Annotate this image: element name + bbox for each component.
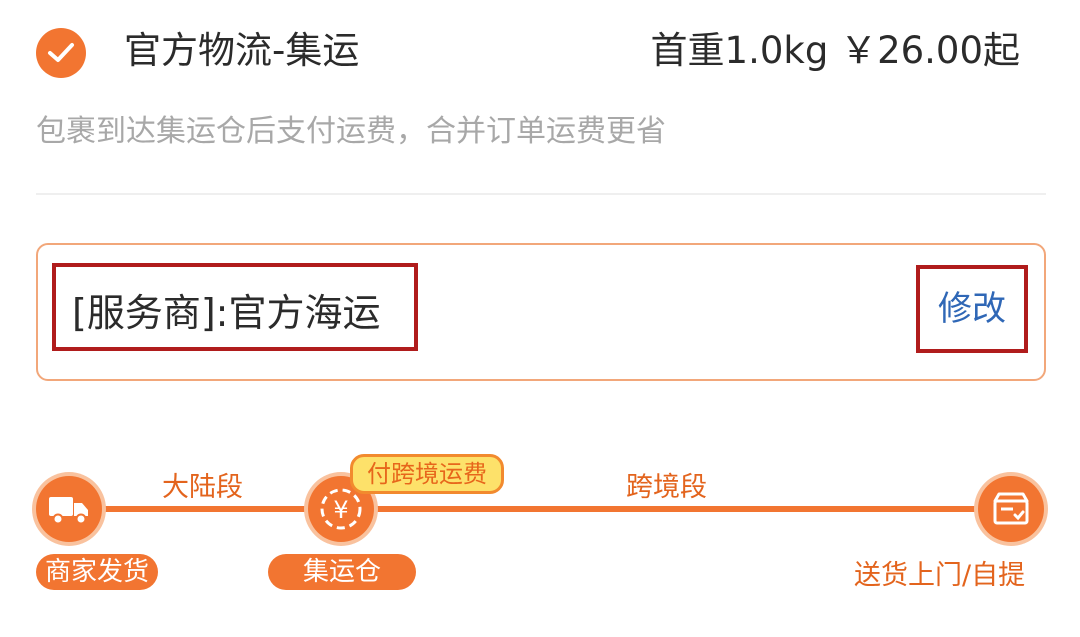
segment-crossborder-label: 跨境段 bbox=[626, 472, 707, 503]
pay-crossborder-badge: 付跨境运费 bbox=[350, 454, 504, 494]
shipping-description: 包裹到达集运仓后支付运费，合并订单运费更省 bbox=[36, 114, 666, 149]
divider bbox=[36, 193, 1046, 195]
truck-icon bbox=[36, 476, 102, 542]
shipping-price: 首重1.0kg ￥26.00起 bbox=[650, 29, 1020, 72]
check-icon[interactable] bbox=[36, 28, 86, 78]
box-icon bbox=[978, 476, 1044, 542]
logistics-flow: 大陆段 跨境段 ¥ 付跨境运费 商家发货 集运仓 送货上门/自提 bbox=[0, 430, 1080, 637]
step-warehouse: 集运仓 bbox=[268, 554, 416, 590]
step-delivery: 送货上门/自提 bbox=[854, 560, 1026, 591]
step-merchant-ship: 商家发货 bbox=[36, 554, 158, 590]
flow-line bbox=[70, 506, 1010, 512]
shipping-title: 官方物流-集运 bbox=[124, 29, 360, 72]
edit-button[interactable]: 修改 bbox=[916, 284, 1028, 334]
segment-mainland-label: 大陆段 bbox=[162, 472, 243, 503]
yen-symbol: ¥ bbox=[333, 496, 348, 524]
shipping-option[interactable]: 官方物流-集运 首重1.0kg ￥26.00起 bbox=[0, 0, 1080, 100]
provider-label: [服务商]:官方海运 bbox=[72, 291, 381, 335]
